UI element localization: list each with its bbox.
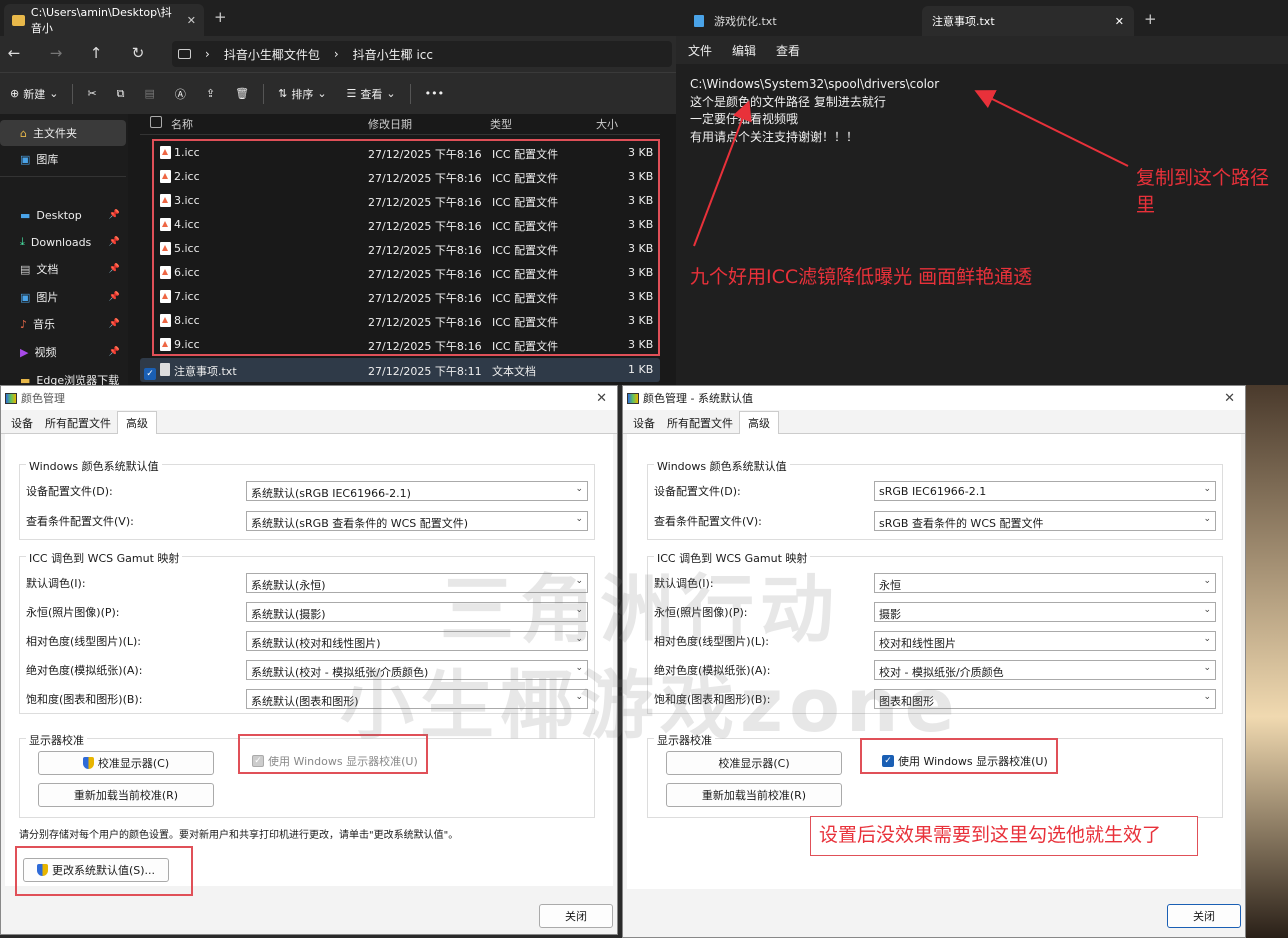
reload-calibration-button[interactable]: 重新加载当前校准(R)	[666, 783, 842, 807]
dialog-title: 颜色管理	[21, 392, 65, 405]
group-title: 显示器校准	[26, 732, 87, 748]
device-profile-label: 设备配置文件(D):	[654, 485, 741, 498]
group-title: Windows 颜色系统默认值	[654, 458, 790, 474]
group-title: ICC 调色到 WCS Gamut 映射	[26, 550, 183, 566]
close-icon[interactable]: ✕	[596, 391, 607, 406]
tab-devices[interactable]: 设备	[5, 413, 39, 433]
chevron-down-icon: ⌄	[1203, 514, 1211, 524]
gamut-label: 相对色度(线型图片)(L):	[26, 635, 141, 648]
watermark-line-2: 小生椰游戏zone	[340, 663, 961, 749]
tab-all-profiles[interactable]: 所有配置文件	[661, 413, 739, 433]
close-button[interactable]: 关闭	[539, 904, 613, 928]
chevron-down-icon: ⌄	[1203, 576, 1211, 586]
dialog-title: 颜色管理 - 系统默认值	[643, 392, 753, 405]
close-button[interactable]: 关闭	[1167, 904, 1241, 928]
viewing-profile-label: 查看条件配置文件(V):	[26, 515, 134, 528]
calibrate-display-button[interactable]: 校准显示器(C)	[666, 751, 842, 775]
chevron-down-icon: ⌄	[1203, 484, 1211, 494]
select-value: 永恒	[879, 579, 901, 592]
tab-devices[interactable]: 设备	[627, 413, 661, 433]
gamut-label: 永恒(照片图像)(P):	[26, 606, 120, 619]
device-profile-label: 设备配置文件(D):	[26, 485, 113, 498]
tab-advanced[interactable]: 高级	[117, 411, 157, 434]
viewing-profile-select[interactable]: 系统默认(sRGB 查看条件的 WCS 配置文件) ⌄	[246, 511, 588, 531]
group-windows-defaults: Windows 颜色系统默认值 设备配置文件(D): sRGB IEC61966…	[647, 458, 1223, 540]
annotation-copy-path: 复制到这个路径 里	[1136, 167, 1270, 216]
select-value: sRGB IEC61966-2.1	[879, 485, 987, 498]
gamut-label: 默认调色(I):	[26, 577, 86, 590]
highlight-box-change-defaults	[15, 846, 193, 896]
device-profile-select[interactable]: sRGB IEC61966-2.1 ⌄	[874, 481, 1216, 501]
button-label: 关闭	[1193, 910, 1215, 923]
button-label: 重新加载当前校准(R)	[701, 789, 807, 802]
chevron-down-icon: ⌄	[1203, 605, 1211, 615]
button-label: 关闭	[565, 910, 587, 923]
tab-all-profiles[interactable]: 所有配置文件	[39, 413, 117, 433]
arrow-to-path	[974, 90, 1129, 167]
annotation-check-hint: 设置后没效果需要到这里勾选他就生效了	[810, 816, 1198, 856]
desktop-background	[1246, 385, 1288, 938]
select-value: 摄影	[879, 608, 901, 621]
button-label: 校准显示器(C)	[97, 757, 170, 770]
dialog-title-bar: 颜色管理 ✕	[1, 386, 617, 410]
perceptual-select[interactable]: 摄影 ⌄	[874, 602, 1216, 622]
gamut-label: 绝对色度(模拟纸张)(A):	[26, 664, 143, 677]
annotation-arrows	[693, 90, 1129, 247]
arrow-to-path-from-files	[693, 100, 752, 247]
close-icon[interactable]: ✕	[1224, 391, 1235, 406]
chevron-down-icon: ⌄	[1203, 634, 1211, 644]
select-value: 系统默认(sRGB 查看条件的 WCS 配置文件)	[251, 517, 469, 530]
select-value: 系统默认(摄影)	[251, 608, 326, 621]
tab-advanced[interactable]: 高级	[739, 411, 779, 434]
viewing-profile-label: 查看条件配置文件(V):	[654, 515, 762, 528]
color-management-icon	[5, 392, 17, 404]
select-value: 系统默认(sRGB IEC61966-2.1)	[251, 487, 411, 500]
select-value: sRGB 查看条件的 WCS 配置文件	[879, 517, 1044, 530]
annotation-nine-icc: 九个好用ICC滤镜降低曝光 画面鲜艳通透	[690, 266, 1033, 288]
shield-icon	[82, 757, 94, 769]
reload-calibration-button[interactable]: 重新加载当前校准(R)	[38, 783, 214, 807]
viewing-profile-select[interactable]: sRGB 查看条件的 WCS 配置文件 ⌄	[874, 511, 1216, 531]
color-management-icon	[627, 392, 639, 404]
watermark-line-1: 三角洲行动	[440, 567, 840, 653]
calibrate-display-button[interactable]: 校准显示器(C)	[38, 751, 214, 775]
button-label: 校准显示器(C)	[718, 757, 790, 770]
default-rendering-select[interactable]: 永恒 ⌄	[874, 573, 1216, 593]
device-profile-select[interactable]: 系统默认(sRGB IEC61966-2.1) ⌄	[246, 481, 588, 501]
select-value: 系统默认(永恒)	[251, 579, 326, 592]
group-title: Windows 颜色系统默认值	[26, 458, 162, 474]
per-user-note: 请分别存储对每个用户的颜色设置。要对新用户和共享打印机进行更改，请单击"更改系统…	[19, 830, 459, 841]
gamut-label: 饱和度(图表和图形)(B):	[26, 693, 143, 706]
button-label: 重新加载当前校准(R)	[73, 789, 179, 802]
chevron-down-icon: ⌄	[1203, 663, 1211, 673]
dialog-tabs: 设备 所有配置文件 高级	[1, 411, 617, 434]
dialog-title-bar: 颜色管理 - 系统默认值 ✕	[623, 386, 1245, 410]
dialog-tabs: 设备 所有配置文件 高级	[623, 411, 1245, 434]
chevron-down-icon: ⌄	[575, 514, 583, 524]
chevron-down-icon: ⌄	[1203, 692, 1211, 702]
chevron-down-icon: ⌄	[575, 484, 583, 494]
group-windows-defaults: Windows 颜色系统默认值 设备配置文件(D): 系统默认(sRGB IEC…	[19, 458, 595, 540]
